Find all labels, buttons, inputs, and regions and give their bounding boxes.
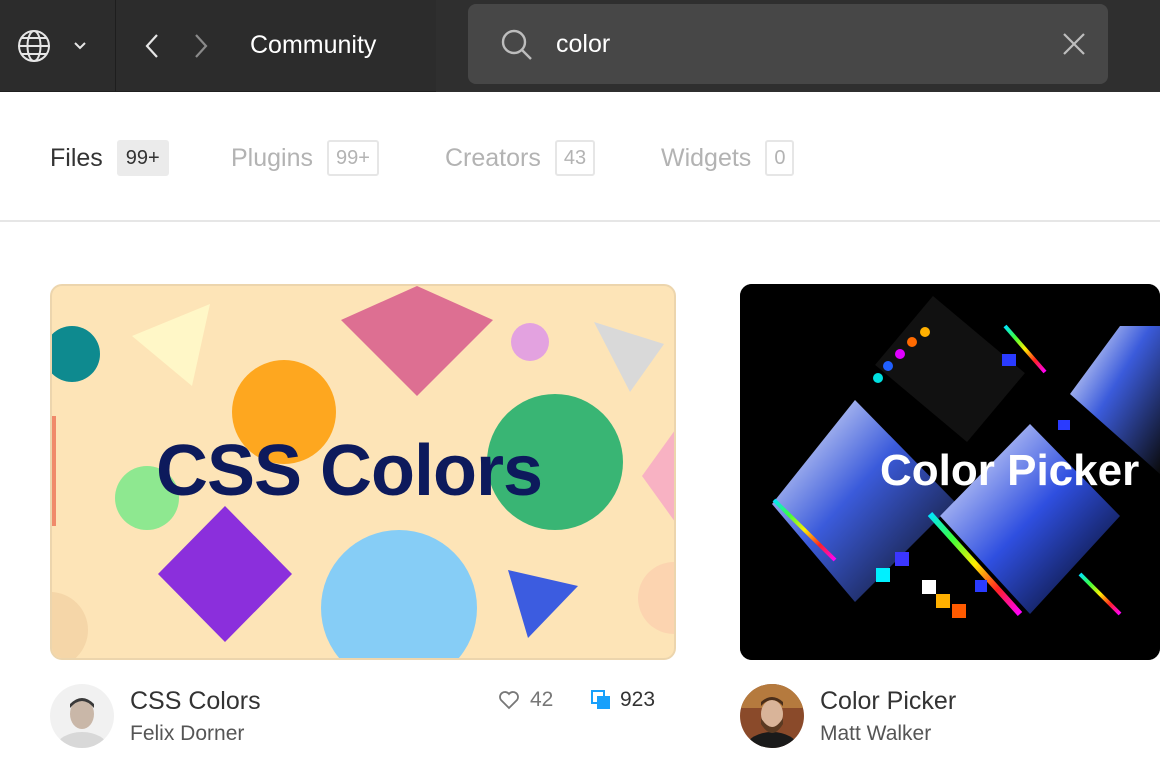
thumbnail-title: CSS Colors [156,431,543,511]
file-thumbnail[interactable]: CSS Colors [50,284,676,660]
card-title[interactable]: Color Picker [820,684,956,718]
heart-icon [499,691,519,710]
chevron-right-icon [195,34,208,58]
search-input[interactable] [556,26,1036,62]
like-count: 42 [530,688,554,711]
card-author[interactable]: Matt Walker [820,720,931,748]
topbar-divider [115,0,116,92]
tab-plugins[interactable]: Plugins 99+ [231,140,379,176]
forward-button[interactable] [181,26,221,66]
chevron-down-icon [74,42,86,50]
tab-label: Widgets [661,144,752,172]
avatar-image [50,684,114,748]
tab-label: Files [50,144,103,172]
file-thumbnail[interactable]: Color Picker [740,284,1160,660]
card-meta: CSS Colors Felix Dorner 42 923 [50,684,676,774]
search-box[interactable] [468,4,1108,84]
card-title[interactable]: CSS Colors [130,684,261,718]
avatar-image [740,684,804,748]
card-meta: Color Picker Matt Walker [740,684,1160,774]
duplicate-count: 923 [620,688,656,711]
file-card: Color Picker Color Picker Matt Walker [740,284,1160,774]
tab-widgets[interactable]: Widgets 0 [661,140,795,176]
avatar[interactable] [740,684,804,748]
back-button[interactable] [132,26,172,66]
tab-creators[interactable]: Creators 43 [445,140,596,176]
search-icon [501,29,532,60]
tab-label: Creators [445,144,541,172]
globe-icon [18,30,50,62]
breadcrumb[interactable]: Community [250,28,376,62]
top-bar: Community [0,0,1160,92]
chevron-left-icon [145,34,158,58]
language-menu-button[interactable] [0,0,115,92]
tab-files[interactable]: Files 99+ [50,140,169,176]
result-tabs: Files 99+ Plugins 99+ Creators 43 Widget… [0,92,1160,222]
close-icon[interactable] [1060,30,1088,58]
tab-count-badge: 43 [554,140,596,176]
file-card: CSS Colors CSS Colors Felix Dorner 42 92… [50,284,676,774]
duplicate-icon [591,690,610,709]
duplicate-button[interactable]: 923 [590,688,655,712]
tab-count-badge: 0 [765,140,795,176]
tab-label: Plugins [231,144,313,172]
avatar[interactable] [50,684,114,748]
tab-count-badge: 99+ [327,140,379,176]
like-button[interactable]: 42 [498,688,553,712]
tab-count-badge: 99+ [116,140,169,176]
card-author[interactable]: Felix Dorner [130,720,244,748]
thumbnail-title: Color Picker [880,446,1140,495]
